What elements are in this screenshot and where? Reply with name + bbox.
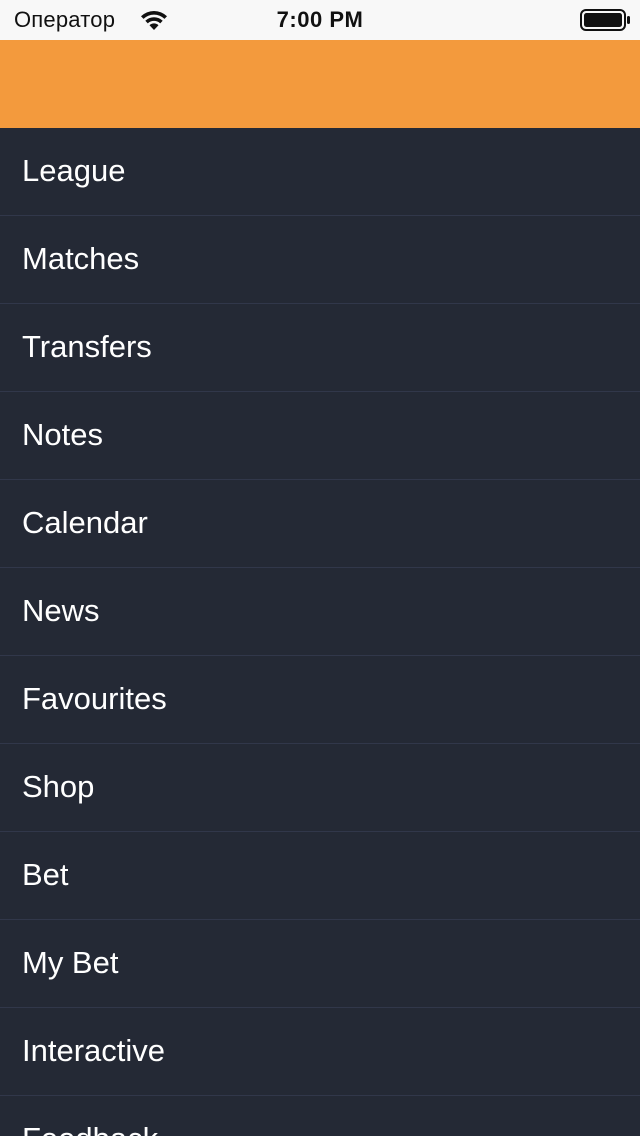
menu-item-calendar[interactable]: Calendar <box>0 480 640 568</box>
menu-item-label: Feedback <box>22 1120 158 1136</box>
status-bar: Оператор 7:00 PM <box>0 0 640 40</box>
header-bar <box>0 40 640 128</box>
menu-item-news[interactable]: News <box>0 568 640 656</box>
menu-item-bet[interactable]: Bet <box>0 832 640 920</box>
menu-item-label: Interactive <box>22 1033 166 1068</box>
app-screen: Оператор 7:00 PM League Matches Transfer <box>0 0 640 1136</box>
status-time: 7:00 PM <box>276 7 364 32</box>
menu-item-matches[interactable]: Matches <box>0 216 640 304</box>
menu-item-label: Matches <box>22 241 140 276</box>
menu-item-label: League <box>22 153 126 188</box>
battery-icon <box>580 9 632 31</box>
menu-item-favourites[interactable]: Favourites <box>0 656 640 744</box>
menu-item-label: Favourites <box>22 681 167 716</box>
menu-item-my-bet[interactable]: My Bet <box>0 920 640 1008</box>
menu-item-label: Bet <box>22 857 69 892</box>
menu-item-label: Transfers <box>22 329 152 364</box>
menu-item-interactive[interactable]: Interactive <box>0 1008 640 1096</box>
side-menu: League Matches Transfers Notes Calendar … <box>0 128 640 1136</box>
menu-item-transfers[interactable]: Transfers <box>0 304 640 392</box>
menu-item-feedback[interactable]: Feedback <box>0 1096 640 1136</box>
menu-item-shop[interactable]: Shop <box>0 744 640 832</box>
menu-item-label: News <box>22 593 100 628</box>
menu-item-league[interactable]: League <box>0 128 640 216</box>
menu-item-label: Shop <box>22 769 95 804</box>
menu-item-label: My Bet <box>22 945 119 980</box>
menu-item-label: Calendar <box>22 505 148 540</box>
menu-item-notes[interactable]: Notes <box>0 392 640 480</box>
menu-item-label: Notes <box>22 417 103 452</box>
